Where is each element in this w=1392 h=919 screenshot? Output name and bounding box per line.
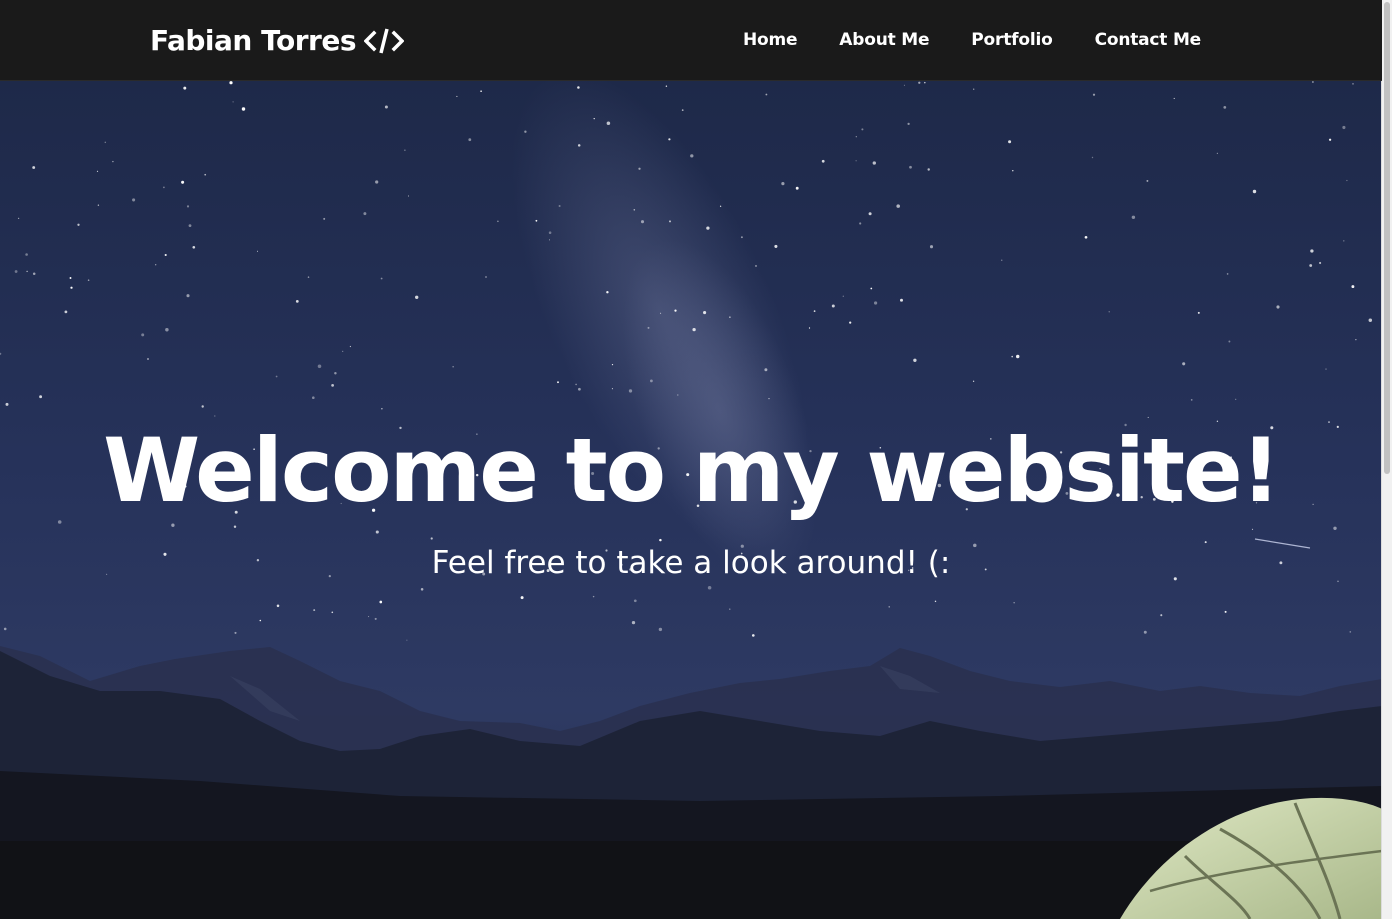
nav-link-contact-me[interactable]: Contact Me (1095, 26, 1202, 54)
vertical-scrollbar[interactable] (1381, 0, 1392, 919)
navbar: Fabian Torres Home About Me Portfolio Co… (0, 0, 1382, 81)
brand-link[interactable]: Fabian Torres (150, 21, 405, 61)
brand-name: Fabian Torres (150, 24, 357, 57)
nav-link-home[interactable]: Home (743, 26, 798, 54)
hero-subtitle: Feel free to take a look around! (: (431, 545, 951, 581)
hero-section: Welcome to my website! Feel free to take… (0, 81, 1382, 919)
browser-viewport: Fabian Torres Home About Me Portfolio Co… (0, 0, 1392, 919)
main-nav: Home About Me Portfolio Contact Me (743, 26, 1201, 54)
hero-title: Welcome to my website! (103, 419, 1281, 522)
nav-link-portfolio[interactable]: Portfolio (971, 26, 1052, 54)
scrollbar-thumb[interactable] (1384, 2, 1390, 474)
code-brackets-icon (363, 26, 405, 56)
nav-link-about-me[interactable]: About Me (839, 26, 929, 54)
